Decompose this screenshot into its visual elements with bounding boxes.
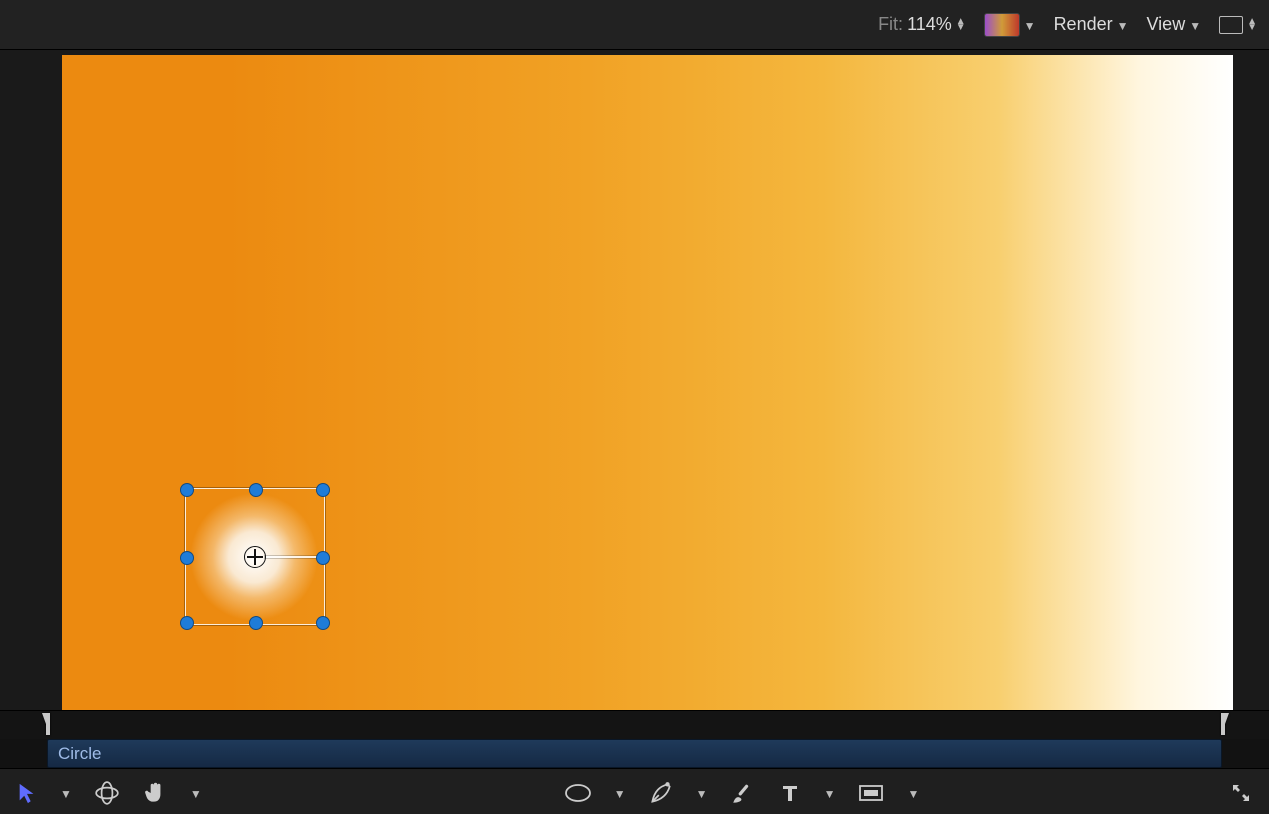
text-icon: [778, 781, 802, 805]
pen-icon: [648, 780, 674, 806]
mask-tool-dropdown[interactable]: ▼: [901, 777, 925, 809]
view-label: View: [1147, 14, 1186, 35]
select-tool-dropdown[interactable]: ▼: [54, 777, 78, 809]
chevron-down-icon: ▼: [824, 787, 836, 801]
shape-tool-dropdown[interactable]: ▼: [608, 777, 632, 809]
pan-tool-dropdown[interactable]: ▼: [184, 777, 208, 809]
rotation-handle-line[interactable]: [265, 556, 318, 558]
chevron-down-icon: ▼: [1024, 19, 1036, 33]
select-arrow-icon: [16, 782, 38, 804]
resize-handle-bottom-right[interactable]: [316, 616, 330, 630]
in-point-marker[interactable]: [42, 713, 50, 735]
track-label: Circle: [58, 744, 101, 764]
pan-tool-button[interactable]: [136, 777, 174, 809]
paint-stroke-tool-button[interactable]: [724, 777, 762, 809]
chevron-down-icon: ▼: [60, 787, 72, 801]
stepper-icon: ▲▼: [1247, 19, 1257, 31]
resize-handle-top-right[interactable]: [316, 483, 330, 497]
canvas-viewer[interactable]: [0, 50, 1269, 710]
resize-handle-middle-right[interactable]: [316, 551, 330, 565]
ellipse-icon: [564, 782, 592, 804]
layout-icon: [1219, 16, 1243, 34]
resize-handle-top-left[interactable]: [180, 483, 194, 497]
render-label: Render: [1054, 14, 1113, 35]
pen-tool-dropdown[interactable]: ▼: [690, 777, 714, 809]
hand-icon: [142, 780, 168, 806]
selection-bounding-box[interactable]: [185, 488, 325, 625]
pen-tool-button[interactable]: [642, 777, 680, 809]
mask-tool-button[interactable]: [851, 777, 891, 809]
resize-handle-bottom-left[interactable]: [180, 616, 194, 630]
color-swatch-icon: [984, 13, 1020, 37]
anchor-point-icon[interactable]: [244, 546, 266, 568]
brush-icon: [730, 780, 756, 806]
layout-dropdown[interactable]: ▲▼: [1219, 16, 1257, 34]
fit-label: Fit:: [878, 14, 903, 35]
orbit-icon: [94, 780, 120, 806]
timeline-track-bar[interactable]: Circle: [47, 739, 1222, 768]
shape-tool-button[interactable]: [558, 777, 598, 809]
chevron-down-icon: ▼: [696, 787, 708, 801]
rectangle-mask-icon: [857, 782, 885, 804]
timeline-ruler[interactable]: [0, 711, 1269, 739]
text-tool-dropdown[interactable]: ▼: [818, 777, 842, 809]
3d-orbit-tool-button[interactable]: [88, 777, 126, 809]
chevron-down-icon: ▼: [1189, 19, 1201, 33]
mini-timeline[interactable]: Circle: [0, 710, 1269, 768]
chevron-down-icon: ▼: [190, 787, 202, 801]
zoom-value: 114%: [907, 14, 952, 35]
out-point-marker[interactable]: [1221, 713, 1229, 735]
resize-handle-top-middle[interactable]: [249, 483, 263, 497]
resize-handle-middle-left[interactable]: [180, 551, 194, 565]
zoom-fit-control[interactable]: Fit: 114% ▲▼: [878, 14, 966, 35]
stepper-icon: ▲▼: [956, 19, 966, 31]
resize-handle-bottom-middle[interactable]: [249, 616, 263, 630]
text-tool-button[interactable]: [772, 777, 808, 809]
chevron-down-icon: ▼: [907, 787, 919, 801]
color-channels-dropdown[interactable]: ▼: [984, 13, 1036, 37]
canvas-bottom-toolbar: ▼ ▼ ▼ ▼: [0, 768, 1269, 814]
fullscreen-icon: [1229, 781, 1253, 805]
fullscreen-button[interactable]: [1223, 777, 1259, 809]
render-dropdown[interactable]: Render ▼: [1054, 14, 1129, 35]
viewer-top-toolbar: Fit: 114% ▲▼ ▼ Render ▼ View ▼ ▲▼: [0, 0, 1269, 50]
view-dropdown[interactable]: View ▼: [1147, 14, 1202, 35]
chevron-down-icon: ▼: [614, 787, 626, 801]
select-tool-button[interactable]: [10, 777, 44, 809]
chevron-down-icon: ▼: [1117, 19, 1129, 33]
